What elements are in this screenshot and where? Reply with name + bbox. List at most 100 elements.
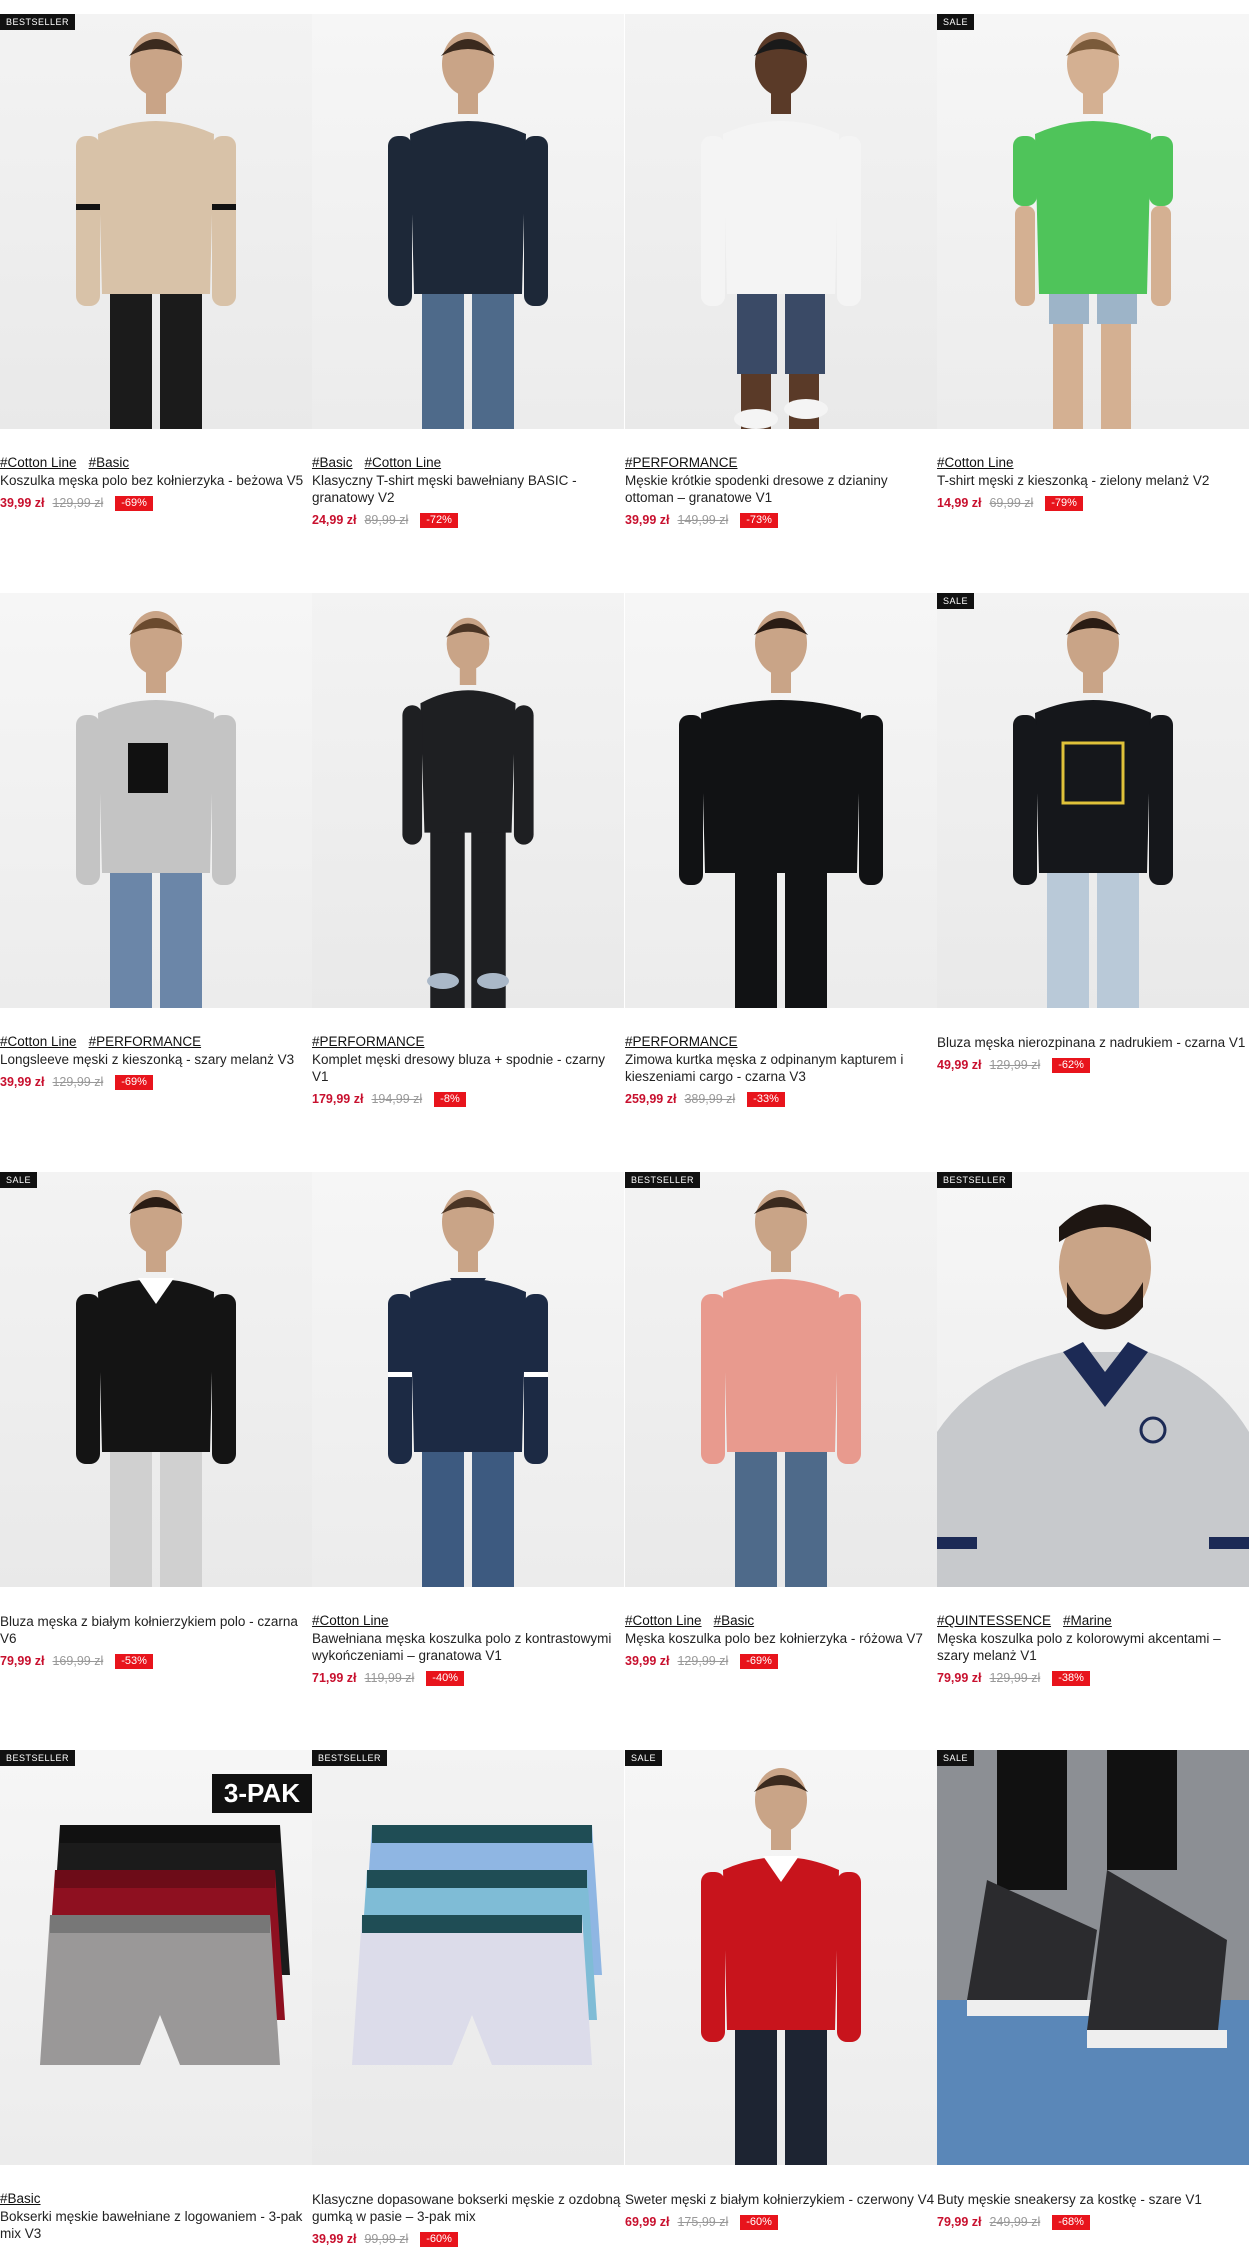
product-image[interactable]: SALE xyxy=(625,1750,937,2165)
discount-badge: -69% xyxy=(740,1653,778,1669)
product-card[interactable]: BESTSELLER Klasyczne dopasowane bokserki … xyxy=(312,1750,624,2259)
original-price: 69,99 zł xyxy=(989,496,1034,510)
product-info: Buty męskie sneakersy za kostkę - szare … xyxy=(937,2191,1249,2230)
product-info: #PERFORMANCE Komplet męski dresowy bluza … xyxy=(312,1034,624,1107)
product-image[interactable]: SALE xyxy=(0,1172,312,1587)
current-price: 39,99 zł xyxy=(0,1075,45,1089)
product-card[interactable]: #PERFORMANCE Męskie krótkie spodenki dres… xyxy=(625,14,937,574)
product-image[interactable]: BESTSELLER xyxy=(312,1750,624,2165)
current-price: 39,99 zł xyxy=(625,1654,670,1668)
product-card[interactable]: #Cotton Line #PERFORMANCE Longsleeve męski… xyxy=(0,593,312,1153)
product-name[interactable]: Bawełniana męska koszulka polo z kontras… xyxy=(312,1630,624,1664)
product-name[interactable]: Zimowa kurtka męska z odpinanym kapturem… xyxy=(625,1051,937,1085)
product-image[interactable]: SALE xyxy=(937,14,1249,429)
product-name[interactable]: T-shirt męski z kieszonką - zielony mela… xyxy=(937,472,1249,489)
product-card[interactable]: SALE Buty męskie sneakersy za kostkę - sz… xyxy=(937,1750,1249,2259)
product-image[interactable] xyxy=(312,593,624,1008)
product-name[interactable]: Komplet męski dresowy bluza + spodnie - … xyxy=(312,1051,624,1085)
product-name[interactable]: Męska koszulka polo bez kołnierzyka - ró… xyxy=(625,1630,937,1647)
discount-badge: -69% xyxy=(115,1074,153,1090)
product-name[interactable]: Bokserki męskie bawełniane z logowaniem … xyxy=(0,2208,312,2242)
product-tags: #Cotton Line xyxy=(312,1613,624,1629)
product-tag-link[interactable]: #PERFORMANCE xyxy=(89,1034,202,1049)
product-tag-link[interactable]: #Cotton Line xyxy=(312,1613,389,1628)
product-card[interactable]: BESTSELLER #Cotton Line #Basic Męska koszul… xyxy=(625,1172,937,1732)
black-jacket-figure xyxy=(679,611,883,1008)
bestseller-badge: BESTSELLER xyxy=(0,14,76,30)
product-image[interactable]: SALE xyxy=(937,1750,1249,2165)
bestseller-badge: BESTSELLER xyxy=(0,1750,76,1766)
price-row: 259,99 zł 389,99 zł -33% xyxy=(625,1091,937,1107)
product-tag-link[interactable]: #Basic xyxy=(312,455,353,470)
product-tags: #Cotton Line xyxy=(937,455,1249,471)
product-image[interactable]: BESTSELLER 3-PAK xyxy=(0,1750,312,2165)
product-tag-link[interactable]: #Basic xyxy=(89,455,130,470)
navy-tshirt-figure xyxy=(388,32,548,429)
product-tag-link[interactable]: #Basic xyxy=(714,1613,755,1628)
product-image[interactable] xyxy=(312,1172,624,1587)
product-tags: #Basic #Cotton Line xyxy=(312,455,624,471)
price-row: 79,99 zł 169,99 zł -53% xyxy=(0,1653,312,1669)
product-tag-link[interactable]: #Basic xyxy=(0,2191,41,2206)
price-row: 39,99 zł 149,99 zł -73% xyxy=(625,512,937,528)
product-card[interactable]: SALE Bluza męska nierozpinana z nadrukiem… xyxy=(937,593,1249,1153)
product-image[interactable] xyxy=(0,593,312,1008)
product-image[interactable] xyxy=(312,14,624,429)
product-card[interactable]: BESTSELLER #QUINTESSENCE #Marine Męska kosz… xyxy=(937,1172,1249,1732)
product-tag-link[interactable]: #Cotton Line xyxy=(365,455,442,470)
product-info: #Basic #Cotton Line Klasyczny T-shirt męsk… xyxy=(312,455,624,528)
product-image[interactable] xyxy=(625,593,937,1008)
product-card[interactable]: #PERFORMANCE Zimowa kurtka męska z odpina… xyxy=(625,593,937,1153)
product-tag-link[interactable]: #PERFORMANCE xyxy=(312,1034,425,1049)
product-name[interactable]: Bluza męska nierozpinana z nadrukiem - c… xyxy=(937,1034,1249,1051)
price-row: 39,99 zł 129,99 zł -69% xyxy=(0,495,312,511)
product-image[interactable]: BESTSELLER xyxy=(937,1172,1249,1587)
product-name[interactable]: Męskie krótkie spodenki dresowe z dziani… xyxy=(625,472,937,506)
product-card[interactable]: SALE Bluza męska z białym kołnierzykiem p… xyxy=(0,1172,312,1732)
product-info: Bluza męska nierozpinana z nadrukiem - c… xyxy=(937,1034,1249,1073)
product-tag-link[interactable]: #PERFORMANCE xyxy=(625,455,738,470)
product-name[interactable]: Buty męskie sneakersy za kostkę - szare … xyxy=(937,2191,1249,2208)
product-card[interactable]: SALE Sweter męski z białym kołnierzykiem … xyxy=(625,1750,937,2259)
current-price: 69,99 zł xyxy=(625,2215,670,2229)
product-image[interactable]: SALE xyxy=(937,593,1249,1008)
sale-badge: SALE xyxy=(0,1172,38,1188)
product-card[interactable]: BESTSELLER #Cotton Line #Basic Koszulka męs… xyxy=(0,14,312,574)
product-tag-link[interactable]: #Cotton Line xyxy=(0,1034,77,1049)
product-card[interactable]: SALE #Cotton Line T-shirt męski z kieszonk… xyxy=(937,14,1249,574)
product-row: BESTSELLER #Cotton Line #Basic Koszulka męs… xyxy=(0,14,1250,574)
product-card[interactable]: #Cotton Line Bawełniana męska koszulka po… xyxy=(312,1172,624,1732)
product-name[interactable]: Klasyczny T-shirt męski bawełniany BASIC… xyxy=(312,472,624,506)
product-name[interactable]: Klasyczne dopasowane bokserki męskie z o… xyxy=(312,2191,624,2225)
product-card[interactable]: BESTSELLER 3-PAK #Basic Bokserki męskie baw… xyxy=(0,1750,312,2259)
product-image[interactable]: BESTSELLER xyxy=(625,1172,937,1587)
product-tags: #Cotton Line #PERFORMANCE xyxy=(0,1034,312,1050)
product-name[interactable]: Bluza męska z białym kołnierzykiem polo … xyxy=(0,1613,312,1647)
product-tag-link[interactable]: #QUINTESSENCE xyxy=(937,1613,1051,1628)
product-name[interactable]: Longsleeve męski z kieszonką - szary mel… xyxy=(0,1051,312,1068)
product-tag-link[interactable]: #Cotton Line xyxy=(937,455,1014,470)
product-image[interactable] xyxy=(625,14,937,429)
product-info: #Basic Bokserki męskie bawełniane z logow… xyxy=(0,2191,312,2242)
product-name[interactable]: Sweter męski z białym kołnierzykiem - cz… xyxy=(625,2191,937,2208)
product-tags: #QUINTESSENCE #Marine xyxy=(937,1613,1249,1629)
product-row: SALE Bluza męska z białym kołnierzykiem p… xyxy=(0,1172,1250,1732)
product-tag-link[interactable]: #Marine xyxy=(1063,1613,1112,1628)
product-card[interactable]: #PERFORMANCE Komplet męski dresowy bluza … xyxy=(312,593,624,1153)
black-sweatshirt-figure xyxy=(1013,611,1173,1008)
price-row: 79,99 zł 249,99 zł -68% xyxy=(937,2214,1249,2230)
original-price: 389,99 zł xyxy=(684,1092,736,1106)
product-info: #QUINTESSENCE #Marine Męska koszulka polo … xyxy=(937,1613,1249,1686)
product-tag-link[interactable]: #PERFORMANCE xyxy=(625,1034,738,1049)
product-tag-link[interactable]: #Cotton Line xyxy=(0,455,77,470)
original-price: 149,99 zł xyxy=(677,513,729,527)
product-card[interactable]: #Basic #Cotton Line Klasyczny T-shirt męsk… xyxy=(312,14,624,574)
product-image[interactable]: BESTSELLER xyxy=(0,14,312,429)
product-name[interactable]: Koszulka męska polo bez kołnierzyka - be… xyxy=(0,472,312,489)
original-price: 129,99 zł xyxy=(52,496,104,510)
product-name[interactable]: Męska koszulka polo z kolorowymi akcenta… xyxy=(937,1630,1249,1664)
discount-badge: -69% xyxy=(115,495,153,511)
price-row: 79,99 zł 129,99 zł -38% xyxy=(937,1670,1249,1686)
product-tag-link[interactable]: #Cotton Line xyxy=(625,1613,702,1628)
boxers-blue-3pack xyxy=(352,1825,602,2065)
